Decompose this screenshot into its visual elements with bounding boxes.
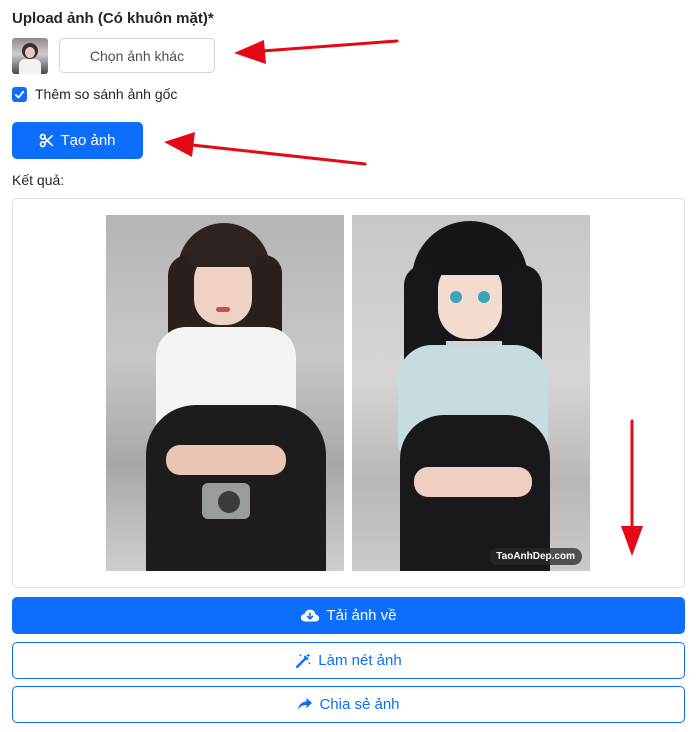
magic-wand-icon — [296, 653, 312, 669]
scissors-icon — [40, 133, 54, 148]
upload-label: Upload ảnh (Có khuôn mặt)* — [12, 10, 214, 27]
original-photo — [106, 215, 344, 571]
compare-original-checkbox[interactable] — [12, 86, 27, 102]
checkmark-icon — [14, 90, 25, 98]
annotation-arrow-choose — [234, 39, 399, 64]
generated-anime-image: TaoAnhDep.com — [352, 215, 590, 571]
sharpen-image-label: Làm nét ảnh — [318, 652, 402, 669]
uploaded-photo-thumbnail — [12, 38, 48, 74]
annotation-arrow-create — [164, 132, 367, 166]
create-image-label: Tạo ảnh — [60, 132, 116, 149]
compare-original-option[interactable]: Thêm so sánh ảnh gốc — [12, 86, 177, 102]
choose-another-image-button[interactable]: Chọn ảnh khác — [59, 38, 215, 73]
sharpen-image-button[interactable]: Làm nét ảnh — [12, 642, 685, 679]
result-label: Kết quả: — [12, 172, 65, 188]
share-image-label: Chia sẻ ảnh — [319, 696, 400, 713]
watermark-label: TaoAnhDep.com — [489, 548, 582, 565]
share-image-button[interactable]: Chia sẻ ảnh — [12, 686, 685, 723]
cloud-download-icon — [301, 609, 320, 621]
create-image-button[interactable]: Tạo ảnh — [12, 122, 143, 159]
download-image-button[interactable]: Tải ảnh về — [12, 597, 685, 634]
share-arrow-icon — [298, 698, 313, 710]
download-image-label: Tải ảnh về — [326, 607, 397, 624]
compare-original-label: Thêm so sánh ảnh gốc — [35, 86, 178, 102]
